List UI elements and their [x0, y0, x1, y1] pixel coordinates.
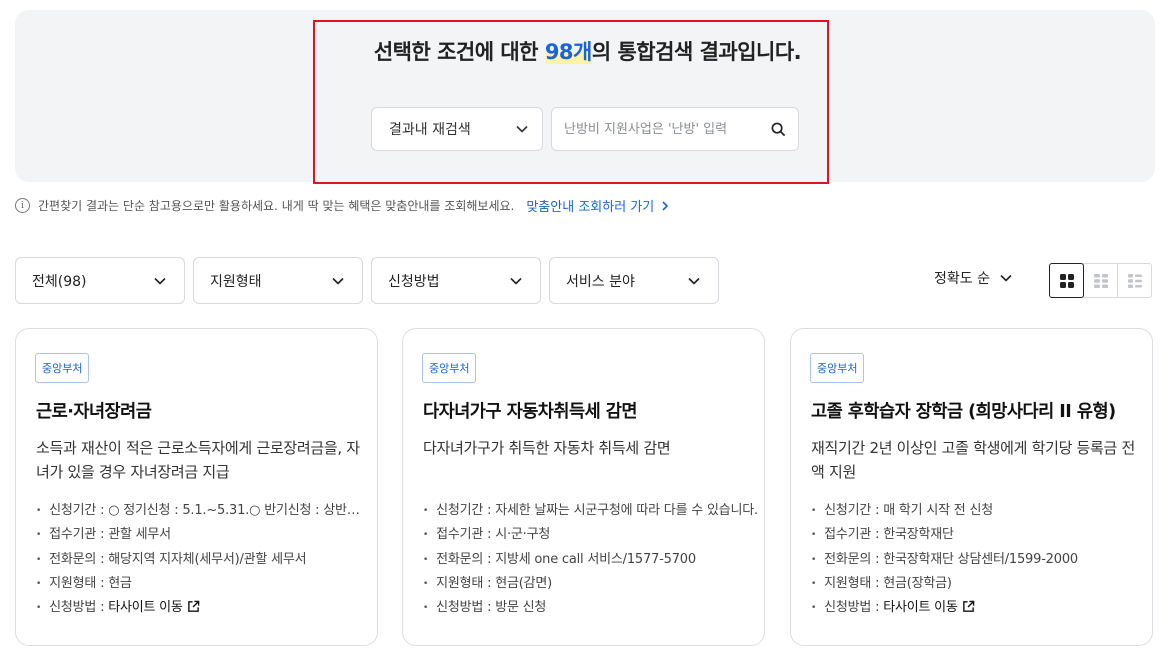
custom-guide-link[interactable]: 맞춤안내 조회하러 가기 — [526, 196, 671, 215]
card-title[interactable]: 고졸 후학습자 장학금 (희망사다리 II 유형) — [811, 398, 1116, 423]
grid-view-button[interactable] — [1049, 263, 1084, 298]
result-headline: 선택한 조건에 대한 98개의 통합검색 결과입니다. — [373, 40, 802, 64]
notice-text: 간편찾기 결과는 단순 참고용으로만 활용하세요. 내게 딱 맞는 혜택은 맞춤… — [38, 199, 515, 213]
sort-label: 정확도 순 — [934, 271, 990, 287]
filter-label: 전체(98) — [32, 273, 87, 290]
card-period: 신청기간 : 매 학기 시작 전 신청 — [811, 499, 1146, 523]
research-scope-label: 결과내 재검색 — [389, 122, 471, 138]
search-box — [551, 107, 799, 151]
card-title[interactable]: 다자녀가구 자동차취득세 감면 — [423, 398, 637, 423]
card-phone: 전화문의 : 지방세 one call 서비스/1577-5700 — [423, 548, 758, 572]
filter-support-type-select[interactable]: 지원형태 — [193, 257, 363, 304]
card-period: 신청기간 : ○ 정기신청 : 5.1.~5.31.○ 반기신청 : 상반기 9… — [36, 499, 371, 523]
filter-all-select[interactable]: 전체(98) — [15, 257, 185, 304]
card-agency: 접수기관 : 한국장학재단 — [811, 523, 1146, 547]
card-support-type: 지원형태 : 현금 — [36, 572, 371, 596]
service-card[interactable]: 중앙부처 근로·자녀장려금 소득과 재산이 적은 근로소득자에게 근로장려금을,… — [15, 328, 378, 646]
card-phone: 전화문의 : 한국장학재단 상담센터/1599-2000 — [811, 548, 1146, 572]
chevron-down-icon — [154, 277, 166, 285]
card-description: 소득과 재산이 적은 근로소득자에게 근로장려금을, 자녀가 있을 경우 자녀장… — [36, 439, 360, 481]
agency-type-badge: 중앙부처 — [35, 353, 90, 383]
card-description: 다자녀가구가 취득한 자동차 취득세 감면 — [423, 439, 671, 457]
sort-select[interactable]: 정확도 순 — [934, 268, 1012, 288]
card-info-list: 신청기간 : ○ 정기신청 : 5.1.~5.31.○ 반기신청 : 상반기 9… — [36, 499, 371, 620]
grid-view-icon — [1059, 273, 1074, 288]
list-view-button[interactable] — [1083, 263, 1118, 298]
card-apply-method: 신청방법 : 방문 신청 — [423, 596, 758, 620]
agency-type-badge: 중앙부처 — [422, 353, 477, 383]
chevron-down-icon — [510, 277, 522, 285]
external-link-icon — [187, 600, 200, 613]
filter-label: 신청방법 — [388, 273, 440, 290]
agency-type-badge: 중앙부처 — [810, 353, 865, 383]
view-mode-toggle — [1049, 263, 1152, 298]
card-apply-method: 신청방법 : 타사이트 이동 — [811, 596, 1146, 620]
chevron-down-icon — [332, 277, 344, 285]
card-apply-method: 신청방법 : 타사이트 이동 — [36, 596, 371, 620]
card-phone: 전화문의 : 해당지역 지자체(세무서)/관할 세무서 — [36, 548, 371, 572]
search-input[interactable] — [564, 121, 771, 137]
chevron-down-icon — [1000, 274, 1012, 282]
external-site-link[interactable]: 타사이트 이동 — [108, 600, 183, 615]
detail-list-icon — [1127, 273, 1142, 288]
card-info-list: 신청기간 : 자세한 날짜는 시군구청에 따라 다를 수 있습니다. 접수기관 … — [423, 499, 758, 620]
card-agency: 접수기관 : 관할 세무서 — [36, 523, 371, 547]
card-description: 재직기간 2년 이상인 고졸 학생에게 학기당 등록금 전액 지원 — [811, 439, 1136, 481]
card-title[interactable]: 근로·자녀장려금 — [36, 398, 152, 423]
card-period: 신청기간 : 자세한 날짜는 시군구청에 따라 다를 수 있습니다. — [423, 499, 758, 523]
external-link-icon — [962, 600, 975, 613]
chevron-right-icon — [662, 200, 669, 211]
notice-bar: i 간편찾기 결과는 단순 참고용으로만 활용하세요. 내게 딱 맞는 혜택은 … — [15, 196, 671, 215]
service-card[interactable]: 중앙부처 다자녀가구 자동차취득세 감면 다자녀가구가 취득한 자동차 취득세 … — [402, 328, 765, 646]
filter-apply-method-select[interactable]: 신청방법 — [371, 257, 541, 304]
detail-list-button[interactable] — [1117, 263, 1152, 298]
card-support-type: 지원형태 : 현금(장학금) — [811, 572, 1146, 596]
card-support-type: 지원형태 : 현금(감면) — [423, 572, 758, 596]
filter-label: 서비스 분야 — [566, 273, 635, 290]
filter-service-field-select[interactable]: 서비스 분야 — [549, 257, 719, 304]
chevron-down-icon — [516, 125, 528, 133]
service-card[interactable]: 중앙부처 고졸 후학습자 장학금 (희망사다리 II 유형) 재직기간 2년 이… — [790, 328, 1153, 646]
card-info-list: 신청기간 : 매 학기 시작 전 신청 접수기관 : 한국장학재단 전화문의 :… — [811, 499, 1146, 620]
list-view-icon — [1093, 273, 1108, 288]
external-site-link[interactable]: 타사이트 이동 — [883, 600, 958, 615]
result-count: 98개 — [544, 40, 592, 64]
card-agency: 접수기관 : 시·군·구청 — [423, 523, 758, 547]
chevron-down-icon — [688, 277, 700, 285]
research-scope-select[interactable]: 결과내 재검색 — [371, 107, 543, 151]
info-icon: i — [15, 198, 30, 213]
filter-label: 지원형태 — [210, 273, 262, 290]
search-icon[interactable] — [771, 122, 786, 137]
